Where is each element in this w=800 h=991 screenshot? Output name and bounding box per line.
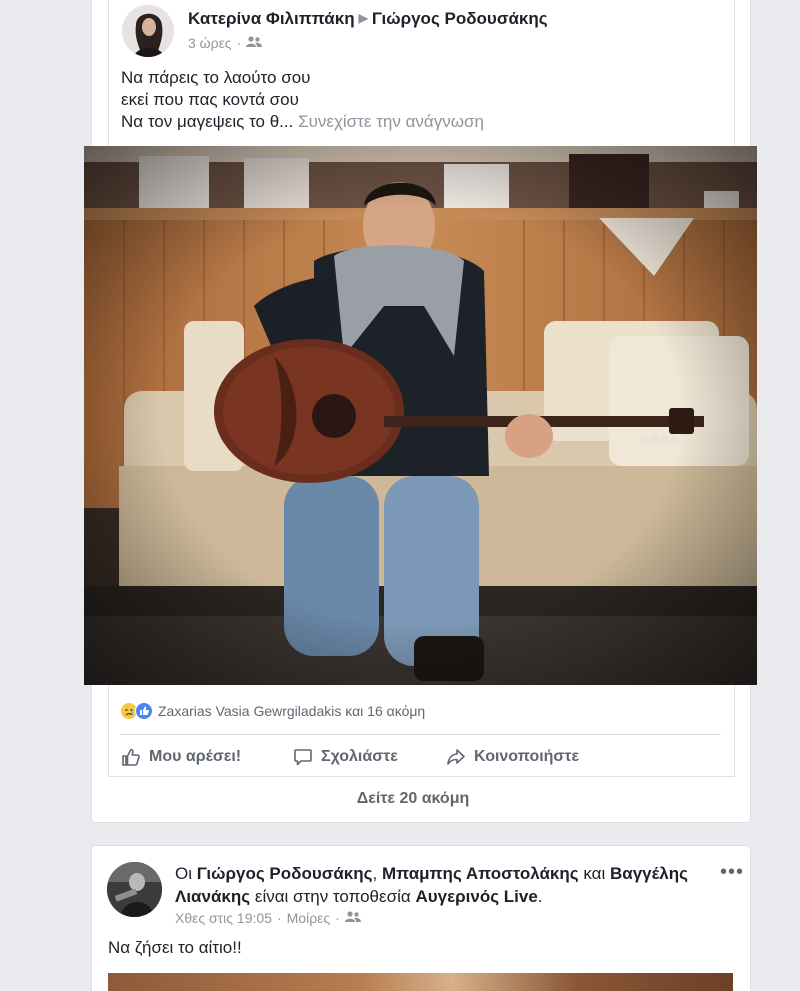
post-text-line: εκεί που πας κοντά σου <box>121 90 299 109</box>
like-button[interactable]: Μου αρέσει! <box>121 744 293 770</box>
post-text-line: Να πάρεις το λαούτο σου <box>121 68 311 87</box>
meta-separator: · <box>236 35 242 51</box>
thumbs-up-icon <box>122 748 140 766</box>
header-at-text: είναι στην τοποθεσία <box>254 887 411 906</box>
like-label: Μου αρέσει! <box>149 748 242 765</box>
timestamp[interactable]: 3 ώρες <box>188 35 232 51</box>
arrow-right-icon: ▶ <box>358 11 368 25</box>
target-link[interactable]: Γιώργος Ροδουσάκης <box>372 9 548 28</box>
reactions-names[interactable]: Zaxarias Vasia Gewrgiladakis και 16 ακόμ… <box>158 703 425 719</box>
post-text: Να ζήσει το αίτιο!! <box>108 938 242 957</box>
author-link[interactable]: Κατερίνα Φιλιππάκη <box>188 9 355 28</box>
divider <box>120 734 721 735</box>
post-meta: Χθες στις 19:05 · Μοίρες · <box>175 910 361 926</box>
friends-audience-icon[interactable] <box>344 910 361 926</box>
continue-reading-link[interactable]: Συνεχίστε την ανάγνωση <box>298 112 484 131</box>
header-and: και <box>583 864 606 883</box>
comment-icon <box>294 749 312 766</box>
see-more-link[interactable]: Δείτε 20 ακόμη <box>0 790 800 808</box>
post-meta: 3 ώρες · <box>188 35 263 51</box>
comment-button[interactable]: Σχολιάστε <box>293 744 446 770</box>
share-icon <box>447 749 465 765</box>
header-comma: , <box>372 864 378 883</box>
reactions-summary[interactable]: Zaxarias Vasia Gewrgiladakis και 16 ακόμ… <box>120 702 425 720</box>
post-photo[interactable] <box>84 146 757 685</box>
post-actions: Μου αρέσει! Σχολιάστε Κοινοποιήστε <box>121 744 579 770</box>
tagged-person-link[interactable]: Μπαμπης Αποστολάκης <box>382 864 579 883</box>
header-period: . <box>537 887 543 906</box>
avatar[interactable] <box>122 5 174 57</box>
post-photo[interactable] <box>108 973 733 991</box>
post-header-names: Κατερίνα Φιλιππάκη ▶ Γιώργος Ροδουσάκης <box>188 9 548 29</box>
timestamp[interactable]: Χθες στις 19:05 <box>175 910 272 926</box>
share-button[interactable]: Κοινοποιήστε <box>446 744 579 770</box>
friends-audience-icon[interactable] <box>246 35 263 51</box>
post-text-line: Να τον μαγεψεις το θ... Συνεχίστε την αν… <box>121 111 484 133</box>
like-reaction-icon <box>135 702 153 720</box>
share-label: Κοινοποιήστε <box>474 748 580 765</box>
comment-label: Σχολιάστε <box>321 748 398 765</box>
place-link[interactable]: Αυγερινός Live <box>415 887 537 906</box>
meta-separator: · <box>276 910 282 926</box>
tagged-person-link[interactable]: Γιώργος Ροδουσάκης <box>197 864 373 883</box>
post-header: Οι Γιώργος Ροδουσάκης, Μπαμπης Αποστολάκ… <box>175 862 695 908</box>
avatar[interactable] <box>107 862 162 917</box>
header-prefix: Οι <box>175 864 192 883</box>
location-link[interactable]: Μοίρες <box>287 910 331 926</box>
post-text-truncated: Να τον μαγεψεις το θ... <box>121 112 294 131</box>
more-options-icon[interactable]: ••• <box>720 862 744 882</box>
post-text: Να πάρεις το λαούτο σου εκεί που πας κον… <box>121 67 484 133</box>
meta-separator: · <box>335 910 340 926</box>
